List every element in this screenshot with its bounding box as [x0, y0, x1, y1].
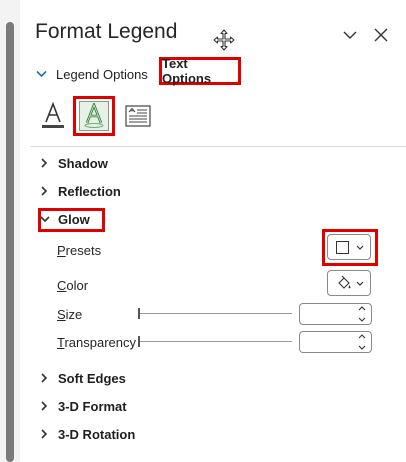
tab-legend-options[interactable]: Legend Options — [36, 63, 148, 85]
paint-bucket-icon — [338, 275, 351, 289]
scrollbar-thumb[interactable] — [6, 22, 14, 462]
chevron-right-icon — [41, 401, 48, 411]
presets-label: Presets — [57, 243, 102, 258]
chevron-down-icon — [40, 216, 50, 223]
section-label: 3-D Format — [58, 398, 127, 414]
section-soft-edges[interactable]: Soft Edges — [40, 368, 126, 388]
text-fill-outline-icon — [42, 101, 64, 128]
chevron-down-icon[interactable] — [358, 345, 366, 350]
color-label: Color — [57, 278, 89, 293]
transparency-label: Transparency — [57, 335, 137, 350]
divider — [30, 146, 406, 147]
chevron-right-icon — [41, 186, 48, 196]
tab-text-options[interactable]: Text Options — [159, 56, 241, 86]
section-label: Reflection — [58, 183, 121, 199]
presets-dropdown[interactable] — [327, 234, 371, 260]
text-fill-outline-button[interactable] — [36, 99, 70, 133]
chevron-down-icon — [36, 70, 47, 78]
section-3d-rotation[interactable]: 3-D Rotation — [40, 424, 135, 444]
section-label: 3-D Rotation — [58, 426, 136, 442]
section-3d-format[interactable]: 3-D Format — [40, 396, 127, 416]
tab-legend-options-label: Legend Options — [56, 66, 148, 82]
text-effects-icon — [79, 101, 109, 131]
size-slider-thumb[interactable] — [138, 308, 140, 319]
glow-preset-swatch-icon — [336, 240, 349, 254]
move-icon[interactable] — [212, 28, 236, 52]
spinner-arrows[interactable] — [357, 306, 367, 322]
section-label: Glow — [58, 211, 90, 227]
chevron-down-icon[interactable] — [358, 317, 366, 322]
spinner-arrows[interactable] — [357, 334, 367, 350]
chevron-right-icon — [41, 158, 48, 168]
size-slider-track[interactable] — [139, 313, 292, 314]
chevron-down-icon — [356, 245, 364, 250]
size-spinner[interactable] — [299, 303, 372, 325]
chevron-right-icon — [41, 429, 48, 439]
textbox-icon — [125, 105, 151, 127]
pane-title: Format Legend — [35, 20, 178, 43]
size-label: Size — [57, 307, 83, 322]
section-shadow[interactable]: Shadow — [40, 153, 108, 173]
transparency-spinner[interactable] — [299, 331, 372, 353]
close-icon[interactable] — [374, 28, 388, 42]
text-effects-button[interactable] — [73, 96, 115, 136]
chevron-up-icon[interactable] — [358, 334, 366, 339]
section-reflection[interactable]: Reflection — [40, 181, 121, 201]
section-label: Soft Edges — [58, 370, 126, 386]
color-dropdown[interactable] — [327, 270, 371, 296]
chevron-up-icon[interactable] — [358, 306, 366, 311]
transparency-slider-thumb[interactable] — [138, 336, 140, 347]
chevron-down-icon[interactable] — [342, 29, 358, 41]
chevron-right-icon — [41, 373, 48, 383]
section-glow[interactable]: Glow — [40, 209, 90, 229]
chevron-down-icon — [356, 281, 364, 286]
textbox-button[interactable] — [121, 99, 155, 133]
section-label: Shadow — [58, 155, 108, 171]
tab-text-options-label: Text Options — [162, 56, 212, 86]
transparency-slider-track[interactable] — [139, 341, 292, 342]
